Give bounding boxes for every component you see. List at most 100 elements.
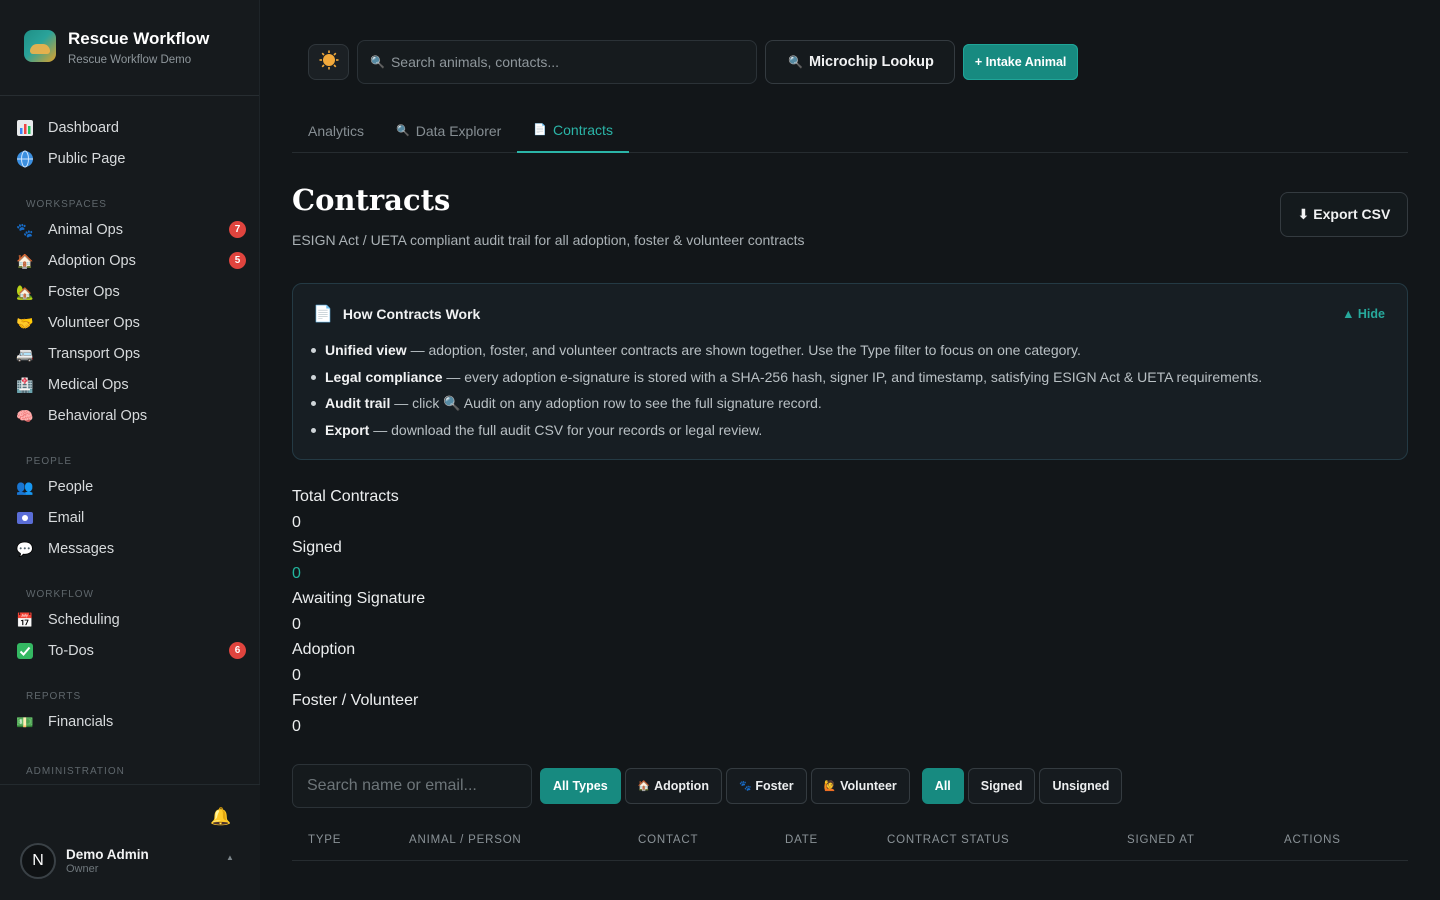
sidebar-item-label: Public Page bbox=[48, 150, 126, 167]
filter-adoption[interactable]: 🏠 Adoption bbox=[624, 768, 722, 804]
filter-volunteer[interactable]: 🙋 Volunteer bbox=[810, 768, 910, 804]
filter-all-types[interactable]: All Types bbox=[540, 768, 621, 804]
list-item: Unified view — adoption, foster, and vol… bbox=[310, 338, 1262, 365]
calendar-icon: 📅 bbox=[16, 611, 34, 628]
tab-label: Data Explorer bbox=[415, 122, 502, 139]
stat-value-signed: 0 bbox=[292, 565, 301, 582]
tab-data-explorer[interactable]: 🔍 Data Explorer bbox=[380, 108, 517, 153]
sidebar-item-messages[interactable]: 💬 Messages bbox=[0, 533, 259, 564]
column-header-date[interactable]: DATE bbox=[785, 834, 818, 846]
truck-icon: 🚐 bbox=[16, 345, 34, 362]
column-header-animal-person[interactable]: ANIMAL / PERSON bbox=[409, 834, 522, 846]
stat-label-signed: Signed bbox=[292, 539, 342, 556]
sidebar-item-label: Messages bbox=[48, 540, 115, 557]
sidebar-item-financials[interactable]: 💵 Financials bbox=[0, 706, 259, 737]
avatar[interactable]: N bbox=[20, 843, 56, 879]
chip-label: All bbox=[934, 779, 951, 793]
sidebar-footer: 🔔 N Demo Admin Owner ▲ bbox=[0, 784, 260, 900]
contract-search[interactable] bbox=[292, 764, 532, 808]
sidebar-item-foster-ops[interactable]: 🏡 Foster Ops bbox=[0, 276, 259, 307]
sidebar-item-dashboard[interactable]: Dashboard bbox=[0, 112, 259, 143]
house-icon: 🏡 bbox=[16, 283, 34, 300]
chat-icon: 💬 bbox=[16, 540, 34, 557]
count-badge: 7 bbox=[229, 221, 246, 238]
filter-status-signed[interactable]: Signed bbox=[967, 768, 1036, 804]
sidebar-item-volunteer-ops[interactable]: 🤝 Volunteer Ops bbox=[0, 307, 259, 338]
sidebar-item-transport-ops[interactable]: 🚐 Transport Ops bbox=[0, 338, 259, 369]
paw-icon: 🐾 bbox=[738, 780, 752, 792]
checkbox-icon bbox=[16, 642, 34, 660]
sidebar-item-label: Transport Ops bbox=[48, 345, 141, 362]
sidebar-item-public-page[interactable]: Public Page bbox=[0, 143, 259, 174]
chip-label: Volunteer bbox=[840, 779, 897, 793]
caret-up-icon[interactable]: ▲ bbox=[226, 853, 234, 862]
tab-analytics[interactable]: Analytics bbox=[292, 108, 380, 153]
global-search[interactable]: 🔍 bbox=[357, 40, 757, 84]
sidebar-item-to-dos[interactable]: To-Dos 6 bbox=[0, 635, 259, 666]
list-item-bold: Export bbox=[325, 421, 370, 438]
column-header-contact[interactable]: CONTACT bbox=[638, 834, 698, 846]
search-icon: 🔍 bbox=[788, 55, 803, 69]
house-icon: 🏠 bbox=[16, 252, 34, 269]
stat-label-foster-volunteer: Foster / Volunteer bbox=[292, 692, 419, 709]
sun-icon bbox=[319, 50, 339, 75]
list-item: Audit trail — click 🔍 Audit on any adopt… bbox=[310, 391, 1262, 418]
list-item-text: — every adoption e-signature is stored w… bbox=[442, 368, 1263, 385]
list-item: Export — download the full audit CSV for… bbox=[310, 418, 1262, 445]
page-subtitle: ESIGN Act / UETA compliant audit trail f… bbox=[292, 232, 805, 248]
sidebar-item-scheduling[interactable]: 📅 Scheduling bbox=[0, 604, 259, 635]
sidebar-item-adoption-ops[interactable]: 🏠 Adoption Ops 5 bbox=[0, 245, 259, 276]
list-item-text: — download the full audit CSV for your r… bbox=[369, 421, 763, 438]
global-search-input[interactable] bbox=[390, 54, 751, 70]
sidebar-item-label: Medical Ops bbox=[48, 376, 129, 393]
contract-stats: Total Contracts 0 Signed 0 Awaiting Sign… bbox=[292, 486, 425, 741]
email-icon bbox=[16, 509, 34, 527]
tab-contracts[interactable]: 📄 Contracts bbox=[517, 108, 629, 153]
chip-label: Adoption bbox=[654, 779, 709, 793]
house-icon: 🏠 bbox=[637, 780, 651, 792]
sidebar-item-label: To-Dos bbox=[48, 642, 94, 659]
contract-search-input[interactable] bbox=[307, 777, 522, 795]
microchip-lookup-label: Microchip Lookup bbox=[808, 54, 934, 70]
bell-icon[interactable]: 🔔 bbox=[210, 807, 231, 827]
stat-value-awaiting: 0 bbox=[292, 616, 301, 633]
chip-label: Foster bbox=[755, 779, 794, 793]
column-header-contract-status[interactable]: CONTRACT STATUS bbox=[887, 834, 1010, 846]
theme-toggle-button[interactable] bbox=[308, 44, 349, 80]
sidebar-item-animal-ops[interactable]: 🐾 Animal Ops 7 bbox=[0, 214, 259, 245]
microchip-lookup-button[interactable]: 🔍 Microchip Lookup bbox=[765, 40, 955, 84]
stat-label-total: Total Contracts bbox=[292, 488, 399, 505]
paw-icon: 🐾 bbox=[16, 221, 34, 238]
sidebar-item-email[interactable]: Email bbox=[0, 502, 259, 533]
column-header-type[interactable]: TYPE bbox=[308, 834, 341, 846]
stat-label-awaiting: Awaiting Signature bbox=[292, 590, 426, 607]
list-item-text: — click 🔍 Audit on any adoption row to s… bbox=[390, 395, 822, 411]
handshake-icon: 🤝 bbox=[16, 314, 34, 331]
sidebar-item-medical-ops[interactable]: 🏥 Medical Ops bbox=[0, 369, 259, 400]
count-badge: 6 bbox=[229, 642, 246, 659]
filter-status-all[interactable]: All bbox=[921, 768, 964, 804]
section-workflow: WORKFLOW bbox=[26, 589, 94, 600]
count-badge: 5 bbox=[229, 252, 246, 269]
hide-button[interactable]: ▲ Hide bbox=[1342, 307, 1385, 321]
sidebar-item-behavioral-ops[interactable]: 🧠 Behavioral Ops bbox=[0, 400, 259, 431]
chip-label: Unsigned bbox=[1052, 779, 1110, 793]
sidebar-item-people[interactable]: 👥 People bbox=[0, 471, 259, 502]
filter-status-unsigned[interactable]: Unsigned bbox=[1039, 768, 1123, 804]
tab-bar: Analytics 🔍 Data Explorer 📄 Contracts bbox=[292, 108, 1408, 153]
filter-foster[interactable]: 🐾 Foster bbox=[725, 768, 807, 804]
export-csv-button[interactable]: ⬇ Export CSV bbox=[1280, 192, 1408, 237]
sidebar-item-label: People bbox=[48, 478, 94, 495]
brand[interactable]: Rescue Workflow Rescue Workflow Demo bbox=[0, 0, 259, 96]
column-header-signed-at[interactable]: SIGNED AT bbox=[1127, 834, 1195, 846]
intake-animal-button[interactable]: + Intake Animal bbox=[962, 44, 1079, 80]
globe-icon bbox=[16, 150, 34, 168]
sidebar-item-label: Scheduling bbox=[48, 611, 120, 628]
sidebar-item-label: Volunteer Ops bbox=[48, 314, 140, 331]
sidebar-item-label: Animal Ops bbox=[48, 221, 123, 238]
section-people: PEOPLE bbox=[26, 456, 73, 467]
people-icon: 👥 bbox=[16, 478, 34, 495]
contracts-table-header: TYPE ANIMAL / PERSON CONTACT DATE CONTRA… bbox=[292, 825, 1408, 861]
page-title: Contracts bbox=[292, 183, 451, 217]
user-name[interactable]: Demo Admin bbox=[66, 847, 149, 862]
